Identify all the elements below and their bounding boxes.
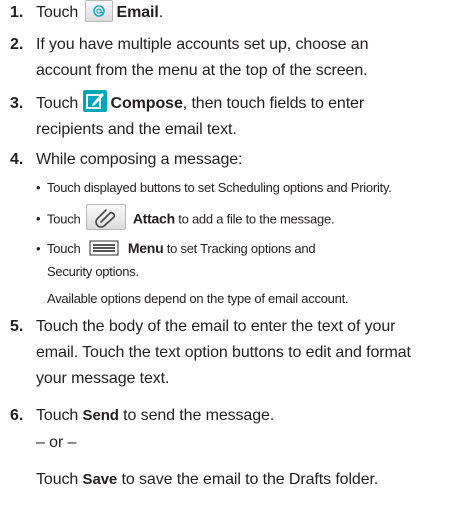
- note: Available options depend on the type of …: [47, 291, 349, 306]
- menu-icon: [84, 240, 122, 256]
- substep-line: Security options.: [47, 264, 139, 279]
- step-text-line: email. Touch the text option buttons to …: [36, 344, 411, 361]
- step-number: 2.: [10, 36, 24, 53]
- step-text-line: If you have multiple accounts set up, ch…: [36, 36, 369, 53]
- step-number: 5.: [10, 318, 24, 335]
- step-text: Touch Email.: [36, 0, 163, 22]
- step-text-line: your message text.: [36, 370, 170, 387]
- step-number: 6.: [10, 407, 24, 424]
- substep: • Touch Attach to add a file to the messa…: [36, 204, 335, 230]
- step-number: 4.: [10, 151, 24, 168]
- step-number: 3.: [10, 95, 24, 112]
- email-icon: [84, 0, 113, 22]
- step-text-line: account from the menu at the top of the …: [36, 62, 368, 79]
- attach-icon: [85, 204, 126, 230]
- step-text: Touch Compose, then touch fields to ente…: [36, 90, 364, 113]
- step-text-line: recipients and the email text.: [36, 121, 237, 138]
- substep: • Touch displayed buttons to set Scheduli…: [36, 180, 392, 195]
- step-text: Touch Send to send the message.: [36, 407, 275, 424]
- step-number: 1.: [10, 4, 24, 21]
- step-text: While composing a message:: [36, 151, 243, 168]
- step-alt-text: Touch Save to save the email to the Draf…: [36, 471, 379, 488]
- or-separator: – or –: [36, 434, 77, 451]
- step-text-line: Touch the body of the email to enter the…: [36, 318, 396, 335]
- substep: • Touch Menu to set Tracking options and: [36, 240, 316, 256]
- compose-icon: [82, 90, 107, 113]
